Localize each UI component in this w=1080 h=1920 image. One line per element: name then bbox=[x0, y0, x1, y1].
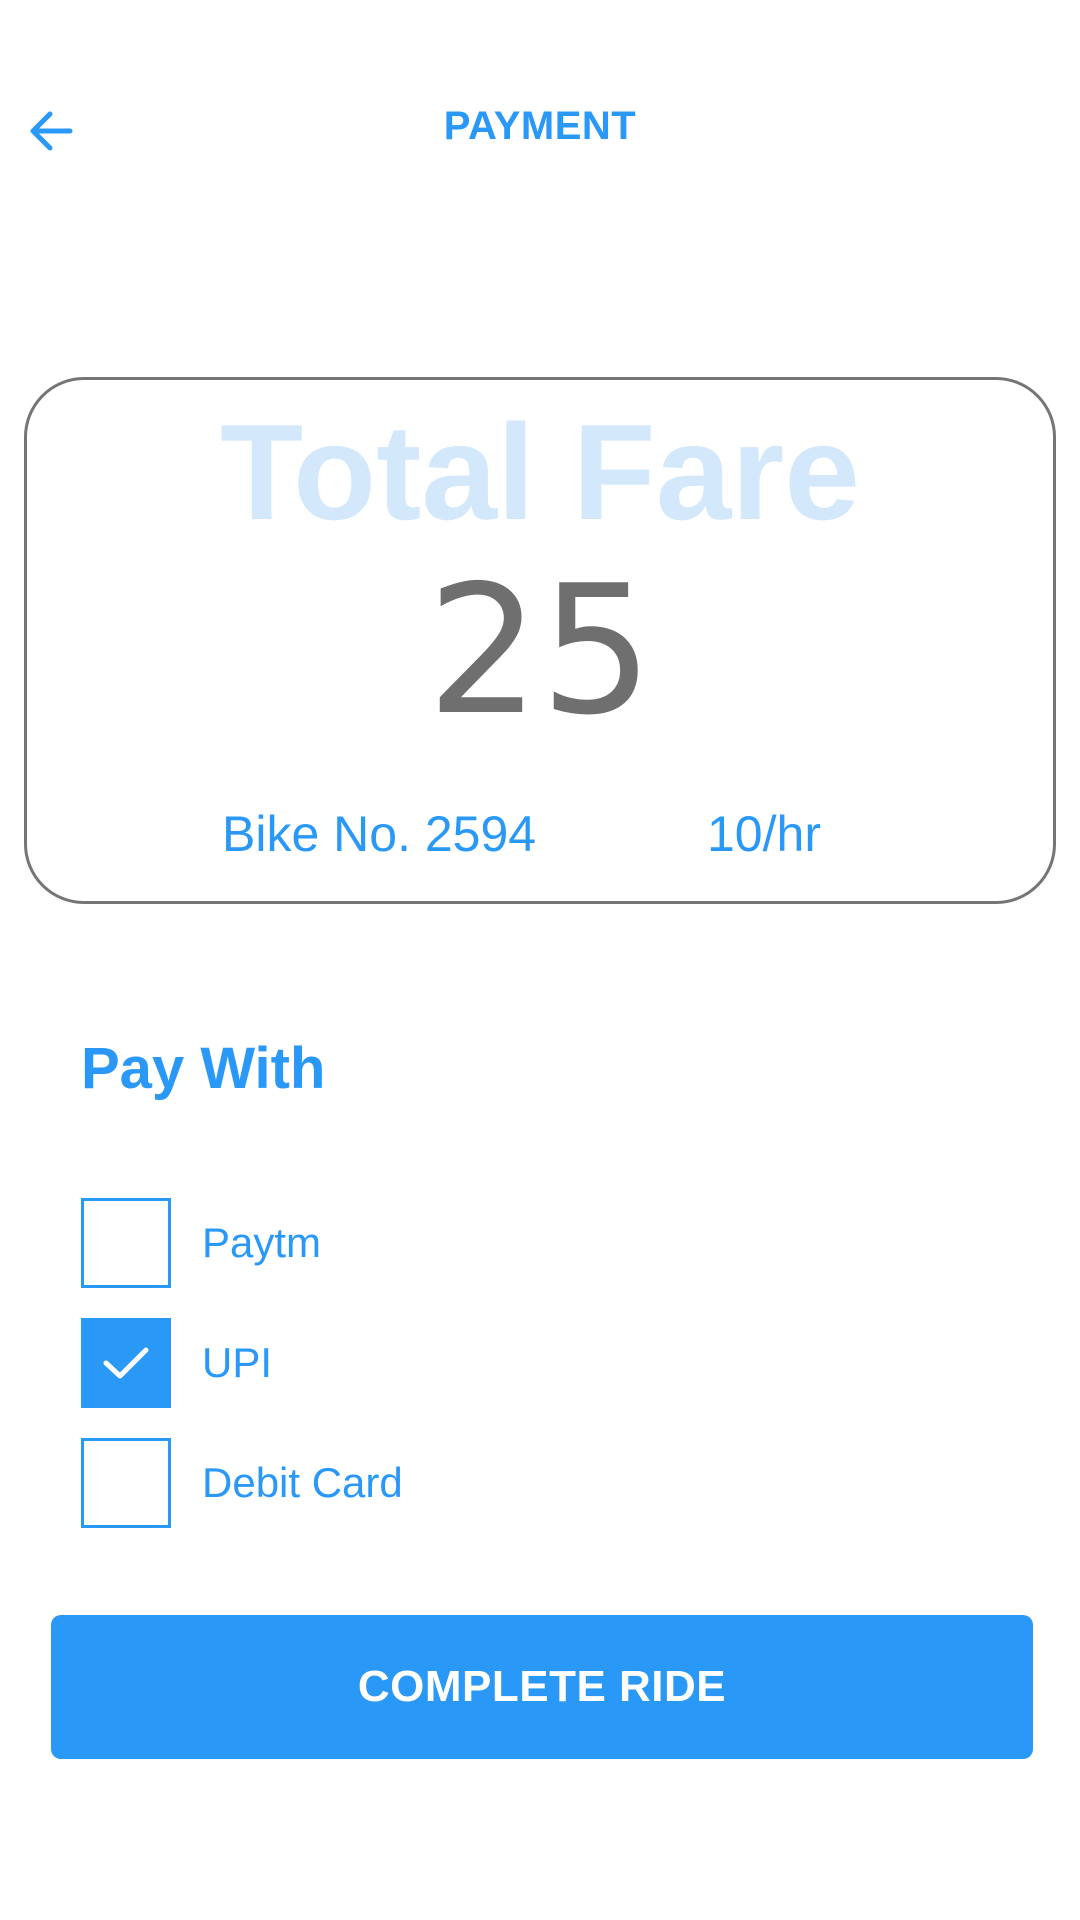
debit-card-checkbox[interactable] bbox=[81, 1438, 171, 1528]
pay-with-heading: Pay With bbox=[81, 1036, 326, 1101]
complete-ride-button[interactable]: COMPLETE RIDE bbox=[51, 1615, 1033, 1759]
payment-option-label: Debit Card bbox=[202, 1459, 403, 1506]
paytm-checkbox[interactable] bbox=[81, 1198, 171, 1288]
page-title: PAYMENT bbox=[443, 104, 637, 148]
bike-number: Bike No. 2594 bbox=[222, 806, 537, 862]
fare-title: Total Fare bbox=[220, 396, 860, 548]
fare-amount: 25 bbox=[426, 547, 654, 754]
upi-checkbox[interactable] bbox=[81, 1318, 171, 1408]
payment-option-paytm[interactable]: Paytm bbox=[81, 1198, 581, 1288]
hourly-rate: 10/hr bbox=[707, 806, 821, 862]
payment-option-upi[interactable]: UPI bbox=[81, 1318, 581, 1408]
app-header: PAYMENT bbox=[0, 0, 1080, 260]
fare-card: Total Fare 25 Bike No. 2594 10/hr bbox=[24, 377, 1056, 904]
payment-option-debit-card[interactable]: Debit Card bbox=[81, 1438, 581, 1528]
check-icon bbox=[103, 1347, 149, 1379]
payment-option-label: Paytm bbox=[202, 1219, 322, 1266]
payment-option-label: UPI bbox=[202, 1339, 273, 1386]
